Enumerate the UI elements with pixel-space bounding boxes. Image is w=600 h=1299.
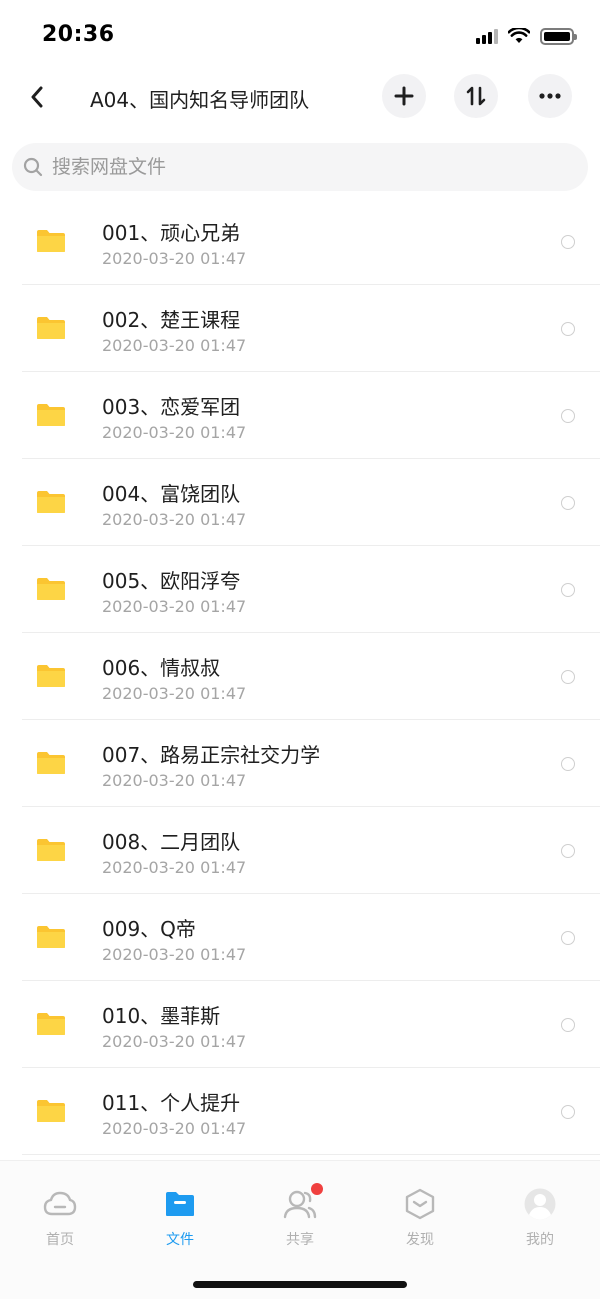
chevron-left-icon	[31, 86, 43, 108]
select-radio[interactable]	[561, 409, 575, 423]
tab-bar: 首页 文件 共享 发现 我的	[0, 1160, 600, 1299]
wifi-icon	[508, 28, 530, 43]
file-date: 2020-03-20 01:47	[102, 771, 247, 790]
file-row[interactable]: 001、顽心兄弟 2020-03-20 01:47	[0, 198, 600, 285]
file-list: 001、顽心兄弟 2020-03-20 01:47 002、楚王课程 2020-…	[0, 198, 600, 1158]
file-row[interactable]: 006、情叔叔 2020-03-20 01:47	[0, 633, 600, 720]
file-date: 2020-03-20 01:47	[102, 423, 247, 442]
add-button[interactable]	[382, 74, 426, 118]
tab-label: 发现	[406, 1232, 434, 1248]
status-bar: 20:36	[0, 0, 600, 72]
notification-badge	[311, 1183, 323, 1195]
folder-icon	[37, 578, 65, 600]
file-row[interactable]: 008、二月团队 2020-03-20 01:47	[0, 807, 600, 894]
tab-label: 共享	[286, 1232, 314, 1248]
select-radio[interactable]	[561, 757, 575, 771]
select-radio[interactable]	[561, 1018, 575, 1032]
folder-icon	[37, 1013, 65, 1035]
file-date: 2020-03-20 01:47	[102, 1119, 247, 1138]
file-row[interactable]: 011、个人提升 2020-03-20 01:47	[0, 1068, 600, 1155]
status-time: 20:36	[42, 22, 115, 47]
partial-list-item	[0, 1155, 600, 1158]
folder-icon	[37, 752, 65, 774]
file-row[interactable]: 003、恋爱军团 2020-03-20 01:47	[0, 372, 600, 459]
tab-discover[interactable]: 发现	[360, 1187, 480, 1257]
folder-icon	[37, 317, 65, 339]
file-date: 2020-03-20 01:47	[102, 510, 247, 529]
file-row[interactable]: 004、富饶团队 2020-03-20 01:47	[0, 459, 600, 546]
tab-label: 首页	[46, 1232, 74, 1248]
select-radio[interactable]	[561, 235, 575, 249]
file-row[interactable]: 007、路易正宗社交力学 2020-03-20 01:47	[0, 720, 600, 807]
file-date: 2020-03-20 01:47	[102, 249, 247, 268]
select-radio[interactable]	[561, 583, 575, 597]
tab-label: 我的	[526, 1232, 554, 1248]
sort-button[interactable]	[454, 74, 498, 118]
tab-me[interactable]: 我的	[480, 1187, 600, 1257]
file-name: 005、欧阳浮夸	[102, 569, 241, 593]
folder-icon	[163, 1187, 197, 1221]
file-name: 001、顽心兄弟	[102, 221, 241, 245]
nav-header: A04、国内知名导师团队	[0, 72, 600, 124]
file-name: 006、情叔叔	[102, 656, 221, 680]
file-date: 2020-03-20 01:47	[102, 336, 247, 355]
file-date: 2020-03-20 01:47	[102, 1032, 247, 1051]
search-input[interactable]	[52, 156, 552, 178]
search-bar[interactable]	[12, 143, 588, 191]
avatar-icon	[523, 1187, 557, 1221]
search-icon	[22, 156, 44, 178]
folder-icon	[37, 665, 65, 687]
select-radio[interactable]	[561, 1105, 575, 1119]
file-name: 008、二月团队	[102, 830, 241, 854]
select-radio[interactable]	[561, 670, 575, 684]
file-name: 009、Q帝	[102, 917, 196, 941]
file-name: 004、富饶团队	[102, 482, 241, 506]
folder-icon	[37, 926, 65, 948]
file-name: 011、个人提升	[102, 1091, 241, 1115]
file-name: 010、墨菲斯	[102, 1004, 221, 1028]
folder-icon	[37, 1100, 65, 1122]
select-radio[interactable]	[561, 322, 575, 336]
back-button[interactable]	[20, 80, 54, 114]
page-title: A04、国内知名导师团队	[90, 88, 310, 112]
add-icon	[394, 86, 414, 106]
status-icons	[476, 26, 577, 46]
file-row[interactable]: 009、Q帝 2020-03-20 01:47	[0, 894, 600, 981]
file-date: 2020-03-20 01:47	[102, 597, 247, 616]
folder-icon	[37, 404, 65, 426]
tab-label: 文件	[166, 1232, 194, 1248]
discover-icon	[403, 1187, 437, 1221]
select-radio[interactable]	[561, 496, 575, 510]
file-date: 2020-03-20 01:47	[102, 684, 247, 703]
file-row[interactable]: 002、楚王课程 2020-03-20 01:47	[0, 285, 600, 372]
folder-icon	[37, 491, 65, 513]
file-row[interactable]: 010、墨菲斯 2020-03-20 01:47	[0, 981, 600, 1068]
file-date: 2020-03-20 01:47	[102, 858, 247, 877]
file-name: 002、楚王课程	[102, 308, 241, 332]
folder-icon	[37, 839, 65, 861]
cloud-icon	[43, 1187, 77, 1221]
select-radio[interactable]	[561, 931, 575, 945]
more-icon	[539, 93, 561, 99]
battery-icon	[540, 27, 577, 45]
file-name: 003、恋爱军团	[102, 395, 241, 419]
sort-icon	[466, 86, 486, 106]
tab-home[interactable]: 首页	[0, 1187, 120, 1257]
file-row[interactable]: 005、欧阳浮夸 2020-03-20 01:47	[0, 546, 600, 633]
people-icon	[283, 1183, 323, 1221]
tab-files[interactable]: 文件	[120, 1187, 240, 1257]
tab-share[interactable]: 共享	[240, 1183, 360, 1257]
more-button[interactable]	[528, 74, 572, 118]
file-date: 2020-03-20 01:47	[102, 945, 247, 964]
file-name: 007、路易正宗社交力学	[102, 743, 321, 767]
folder-icon	[37, 230, 65, 252]
home-indicator[interactable]	[193, 1281, 407, 1288]
cellular-signal-icon	[476, 28, 498, 44]
select-radio[interactable]	[561, 844, 575, 858]
